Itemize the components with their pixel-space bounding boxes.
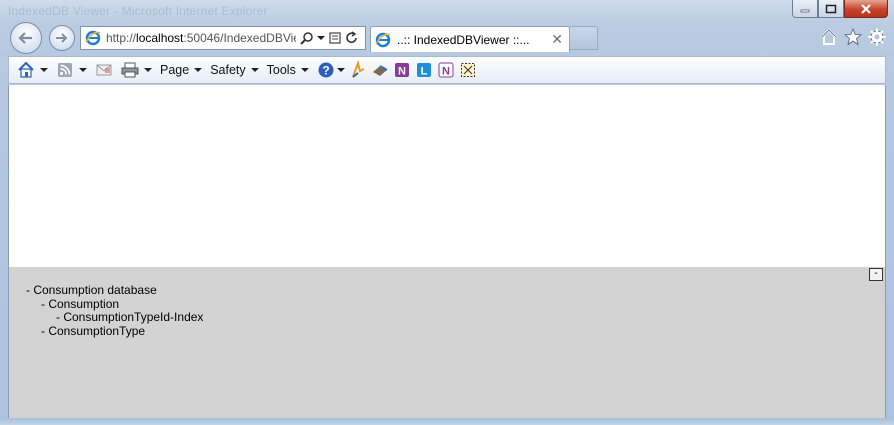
lync-button[interactable]: L [415,61,433,79]
lync-icon: L [415,61,433,79]
address-text[interactable]: http://localhost:50046/IndexedDBVie [106,31,296,45]
onenote-button[interactable]: N [393,61,411,79]
research-icon [371,61,389,79]
house-icon [17,61,35,79]
minimize-button[interactable] [792,0,818,18]
feeds-menu[interactable] [56,61,87,79]
onenote-send-icon: N [437,61,455,79]
help-icon: ? [317,61,335,79]
close-button[interactable] [844,0,888,18]
tab-close-icon[interactable]: ✕ [551,32,563,46]
feeds-dropdown-icon[interactable] [79,68,87,72]
read-mail-button[interactable] [95,61,113,79]
database-tree: - Consumption database - Consumption - C… [26,283,203,339]
tools-dropdown-icon [300,68,309,72]
rss-feed-icon [56,61,74,79]
browser-right-icons [820,28,886,46]
panel-collapse-button[interactable]: - [869,268,883,281]
svg-text:?: ? [322,64,329,78]
browser-window: IndexedDB Viewer - Microsoft Internet Ex… [0,0,894,425]
safety-menu[interactable]: Safety [210,63,259,77]
address-tools [300,31,359,45]
compatibility-view-icon[interactable] [328,31,342,45]
send-to-icon [349,61,367,79]
browser-tab-active[interactable]: ..:: IndexedDBViewer ::... ✕ [370,26,570,52]
page-content: - - Consumption database - Consumption -… [8,85,886,418]
snip-tool-button[interactable] [459,61,477,79]
ie-page-icon [84,29,102,47]
window-title: IndexedDB Viewer - Microsoft Internet Ex… [8,4,268,18]
home-icon[interactable] [820,28,838,46]
mail-icon [95,61,113,79]
address-path: :50046/IndexedDBVie [183,31,296,45]
tree-item-object-store[interactable]: - ConsumptionType [26,324,203,339]
back-button[interactable] [10,22,42,54]
svg-text:N: N [442,66,450,78]
forward-arrow-icon [56,33,68,43]
addon-send-button[interactable] [349,61,367,79]
settings-gear-icon[interactable] [868,28,886,46]
svg-text:L: L [420,66,427,78]
window-bottom-border [0,418,894,425]
favorites-star-icon[interactable] [844,28,862,46]
search-dropdown-icon[interactable] [317,36,325,40]
navigation-bar: http://localhost:50046/IndexedDBVie ..::… [0,22,894,56]
back-arrow-icon [18,32,32,44]
onenote-icon: N [393,61,411,79]
addon-research-button[interactable] [371,61,389,79]
close-icon [861,3,871,14]
tab-title: ..:: IndexedDBViewer ::... [397,32,530,47]
tree-item-object-store[interactable]: - Consumption [26,297,203,312]
safety-menu-label: Safety [210,63,246,77]
refresh-icon[interactable] [345,31,359,45]
tools-menu[interactable]: Tools [267,63,309,77]
indexeddb-viewer-panel: - - Consumption database - Consumption -… [9,267,885,418]
tree-item-index[interactable]: - ConsumptionTypeId-Index [26,311,203,325]
forward-button[interactable] [49,25,75,51]
title-bar: IndexedDB Viewer - Microsoft Internet Ex… [0,0,894,22]
snip-icon [459,61,477,79]
address-bar[interactable]: http://localhost:50046/IndexedDBVie [80,26,366,50]
help-dropdown-icon [336,68,345,72]
address-host: localhost [136,31,184,45]
maximize-button[interactable] [818,0,844,18]
printer-icon [121,61,139,79]
help-menu[interactable]: ? [317,61,345,79]
print-menu[interactable] [121,61,152,79]
safety-dropdown-icon [250,68,259,72]
search-icon[interactable] [300,31,314,45]
home-dropdown-icon[interactable] [40,68,48,72]
new-tab-button[interactable] [570,26,598,50]
svg-text:N: N [398,66,406,78]
window-controls [792,0,888,20]
send-to-onenote-button[interactable]: N [437,61,455,79]
page-menu[interactable]: Page [160,63,203,77]
print-dropdown-icon[interactable] [144,68,152,72]
address-prefix: http:// [106,31,137,45]
home-menu[interactable] [17,61,48,79]
tab-ie-icon [374,31,392,49]
page-menu-label: Page [160,63,190,77]
minimize-icon [800,9,810,12]
tree-item-database[interactable]: - Consumption database [26,283,203,298]
command-bar: Page Safety Tools ? N L N [8,56,886,84]
page-dropdown-icon [194,68,203,72]
tools-menu-label: Tools [266,63,296,77]
maximize-icon [825,4,837,13]
